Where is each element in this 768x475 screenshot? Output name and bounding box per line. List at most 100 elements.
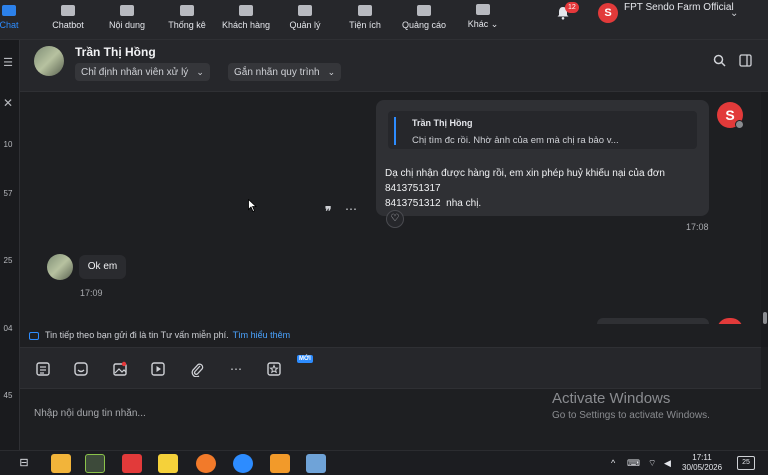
menu-icon[interactable]: ☰ <box>0 56 16 69</box>
nav-stats-label: Thống kê <box>168 20 206 30</box>
attachment-icon[interactable] <box>189 361 205 378</box>
wifi-icon[interactable]: ⌔ <box>648 458 656 469</box>
language-icon[interactable]: ⌨ <box>627 458 640 469</box>
nav-chat[interactable]: Chat <box>0 0 20 40</box>
quote-bar <box>394 117 396 145</box>
incoming-message[interactable]: Ok em <box>79 255 126 279</box>
notification-center-count: 25 <box>742 459 750 466</box>
nav-chatbot-label: Chatbot <box>52 20 84 30</box>
learn-more-link[interactable]: Tìm hiểu thêm <box>233 330 291 340</box>
outgoing-message-text: Dạ chị nhận được hàng rồi, em xin phép h… <box>385 168 665 209</box>
quote-icon[interactable]: ❞ <box>325 204 331 218</box>
contact-name[interactable]: Trần Thị Hồng <box>75 45 156 59</box>
zalo-icon[interactable] <box>233 454 253 473</box>
nav-chatbot[interactable]: Chatbot <box>48 0 88 40</box>
message-info-icon <box>29 331 39 340</box>
clock-date: 30/05/2026 <box>682 463 723 472</box>
shop-avatar[interactable]: S <box>598 3 618 23</box>
message-scrollbar[interactable] <box>761 92 768 347</box>
megaphone-icon <box>417 5 431 16</box>
sticker-icon[interactable] <box>73 361 89 377</box>
notification-center-icon[interactable]: 25 <box>737 456 755 470</box>
avatar[interactable] <box>34 46 64 76</box>
status-dot <box>735 120 744 129</box>
quoted-message[interactable]: Trần Thị Hồng Chị tìm đc rồi. Nhờ ảnh củ… <box>388 111 697 149</box>
side-panel-icon[interactable] <box>739 54 752 70</box>
notification-button[interactable]: 12 <box>556 2 579 20</box>
nav-utilities[interactable]: Tiện ích <box>344 0 386 40</box>
task-view-icon[interactable]: ⊟ <box>14 454 34 473</box>
chat-header: Trần Thị Hồng Chỉ định nhân viên xử lý ⌄ … <box>20 40 768 92</box>
nav-more[interactable]: Khác ⌄ <box>464 0 502 40</box>
new-feature-badge: MỚI <box>297 355 313 363</box>
browser-icon[interactable] <box>85 454 105 473</box>
robot-icon <box>61 5 75 16</box>
bar-chart-icon <box>180 5 194 16</box>
gear-icon <box>298 5 312 16</box>
chevron-down-icon: ⌄ <box>196 67 204 77</box>
nav-utilities-label: Tiện ích <box>349 20 381 30</box>
outgoing-message-time: 17:08 <box>686 222 709 232</box>
message-input[interactable] <box>34 403 534 423</box>
puzzle-icon <box>358 5 372 16</box>
shop-name[interactable]: FPT Sendo Farm Official <box>624 0 734 15</box>
avatar[interactable] <box>47 254 73 280</box>
nav-content[interactable]: Nội dung <box>104 0 150 40</box>
rating-icon[interactable] <box>266 361 282 377</box>
search-icon[interactable] <box>713 54 726 70</box>
app-icon[interactable] <box>306 454 326 473</box>
sticky-notes-icon[interactable] <box>158 454 178 473</box>
clock-time: 17:11 <box>692 453 712 462</box>
nav-manage[interactable]: Quản lý <box>285 0 325 40</box>
chat-icon <box>2 5 16 16</box>
process-label-text: Gắn nhãn quy trình <box>234 67 320 78</box>
nav-customers[interactable]: Khách hàng <box>220 0 272 40</box>
list-time-1: 10 <box>3 140 13 149</box>
office-icon[interactable] <box>122 454 142 473</box>
nav-manage-label: Quản lý <box>289 20 321 30</box>
quote-text: Chị tìm đc rồi. Nhờ ảnh của em mà chị ra… <box>412 135 619 146</box>
system-clock[interactable]: 17:11 30/05/2026 <box>682 453 722 473</box>
list-time-2: 57 <box>3 189 13 198</box>
quote-author: Trần Thị Hồng <box>412 118 473 128</box>
notice-text: Tin tiếp theo bạn gửi đi là tin Tư vấn m… <box>45 330 229 340</box>
file-explorer-icon[interactable] <box>51 454 71 473</box>
volume-icon[interactable]: ◀ <box>664 458 671 469</box>
activation-watermark-title: Activate Windows <box>552 390 671 407</box>
shop-avatar-letter: S <box>604 7 612 19</box>
chevron-down-icon: ⌄ <box>327 67 336 77</box>
composer-toolbar: ⋯ MỚI <box>20 347 761 389</box>
message-list[interactable]: Trần Thị Hồng Chị tìm đc rồi. Nhờ ảnh củ… <box>20 92 761 324</box>
template-icon[interactable] <box>35 361 51 377</box>
list-time-5: 45 <box>3 391 13 400</box>
app-window: Chat Chatbot Nội dung Thống kê Khách hàn… <box>0 0 768 475</box>
nav-ads-label: Quảng cáo <box>401 20 447 30</box>
incoming-message-time: 17:09 <box>80 288 103 298</box>
process-label-dropdown[interactable]: Gắn nhãn quy trình ⌄ <box>228 63 342 81</box>
chevron-down-icon[interactable]: ⌄ <box>730 8 738 19</box>
outgoing-message[interactable]: Trần Thị Hồng Chị tìm đc rồi. Nhờ ảnh củ… <box>376 100 709 216</box>
more-options-icon[interactable]: ⋯ <box>345 202 357 216</box>
app-icon[interactable] <box>270 454 290 473</box>
more-options-icon[interactable]: ⋯ <box>228 361 244 377</box>
app-icon[interactable] <box>196 454 216 473</box>
assign-staff-label: Chỉ định nhân viên xử lý <box>81 67 189 78</box>
assign-staff-dropdown[interactable]: Chỉ định nhân viên xử lý ⌄ <box>75 63 210 81</box>
scrollbar-thumb[interactable] <box>763 312 767 324</box>
shop-avatar-small: S <box>717 102 744 129</box>
grid-icon <box>476 4 490 15</box>
nav-stats[interactable]: Thống kê <box>164 0 210 40</box>
close-icon[interactable]: ✕ <box>0 96 16 110</box>
video-icon[interactable] <box>150 361 166 377</box>
image-icon[interactable] <box>112 361 128 377</box>
composer: Activate Windows Go to Settings to activ… <box>20 389 768 450</box>
chevron-up-icon[interactable]: ^ <box>611 458 615 468</box>
shop-avatar-letter: S <box>725 107 735 123</box>
heart-icon[interactable]: ♡ <box>386 210 404 228</box>
nav-ads[interactable]: Quảng cáo <box>398 0 450 40</box>
free-consult-notice: Tin tiếp theo bạn gửi đi là tin Tư vấn m… <box>20 324 761 347</box>
nav-content-label: Nội dung <box>108 20 146 30</box>
windows-taskbar: ⊟ ^ ⌨ ⌔ ◀ 17:11 30/05/2026 25 <box>0 450 768 475</box>
list-time-3: 25 <box>3 256 13 265</box>
nav-customers-label: Khách hàng <box>221 20 271 30</box>
